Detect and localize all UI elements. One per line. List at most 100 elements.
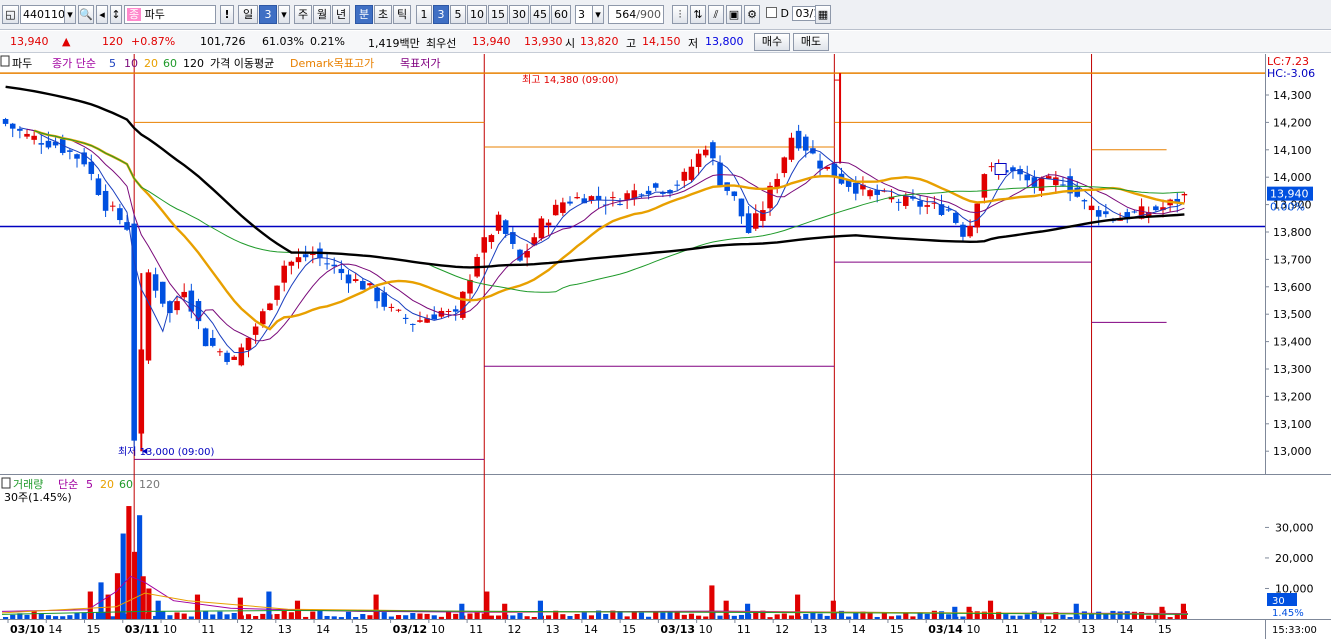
price-tick-label: 14,300 — [1273, 89, 1312, 102]
volume-bar — [946, 614, 952, 619]
data-count-value: 564 — [615, 8, 637, 21]
volume-bar — [24, 614, 30, 619]
candle-body — [245, 337, 252, 351]
time-label: 15:33:00 — [1272, 625, 1317, 636]
candle-body — [288, 261, 295, 266]
period-month-button[interactable]: 월 — [313, 5, 331, 24]
candle-body — [145, 272, 152, 361]
volume-spike-bar — [709, 585, 715, 619]
interval-1-button[interactable]: 1 — [416, 5, 432, 24]
speaker-icon[interactable]: ◂ — [96, 5, 108, 24]
x-tick-label: 12 — [240, 623, 254, 636]
interval-3-button[interactable]: 3 — [433, 5, 449, 24]
candle-body — [445, 311, 452, 313]
sell-button[interactable]: 매도 — [793, 33, 829, 51]
volume-bar — [767, 617, 773, 619]
stock-name-field[interactable]: 종 파두 — [124, 5, 216, 24]
count-input[interactable]: 3 — [575, 5, 593, 24]
interval-10-button[interactable]: 10 — [467, 5, 487, 24]
volume-bar — [667, 612, 673, 619]
period-minute-button[interactable]: 분 — [355, 5, 373, 24]
arrows-icon[interactable]: ⇅ — [690, 5, 706, 24]
candle-body — [31, 135, 37, 140]
save-icon[interactable]: ▣ — [726, 5, 742, 24]
volume-ratio: 61.03% — [262, 35, 304, 48]
candle-body — [338, 268, 345, 274]
stock-code-input[interactable]: 440110 — [20, 5, 65, 24]
candle-body — [867, 190, 873, 197]
alert-icon[interactable]: ! — [220, 5, 234, 24]
x-tick-label: 14 — [1119, 623, 1133, 636]
candle-body — [617, 203, 623, 206]
interval-30-button[interactable]: 30 — [509, 5, 529, 24]
volume-spike-bar — [723, 600, 729, 619]
period-day-button[interactable]: 일 — [238, 5, 258, 24]
calendar-icon[interactable]: ▦ — [815, 5, 831, 24]
candle-body — [652, 183, 659, 188]
period-tick-button[interactable]: 틱 — [393, 5, 411, 24]
count-dropdown-icon[interactable]: ▾ — [592, 5, 604, 24]
code-dropdown-icon[interactable]: ▾ — [64, 5, 76, 24]
candle-body — [295, 257, 302, 263]
candle-settings-icon[interactable]: ⫶ — [672, 5, 688, 24]
volume-spike-bar — [1073, 603, 1079, 619]
volume-bar — [331, 616, 337, 619]
window-icon[interactable]: ◱ — [2, 5, 19, 24]
volume-bar — [1010, 615, 1016, 619]
interval-60-button[interactable]: 60 — [551, 5, 571, 24]
volume-spike-bar — [987, 600, 994, 619]
period-week-button[interactable]: 주 — [294, 5, 312, 24]
volume-legend-name: 거래량 — [13, 478, 43, 491]
volume-bar — [810, 612, 816, 619]
date-checkbox[interactable] — [766, 7, 777, 18]
search-icon[interactable]: 🔍 — [78, 5, 94, 24]
candle-body — [1103, 211, 1109, 215]
buy-button[interactable]: 매수 — [754, 33, 790, 51]
data-count-field[interactable]: 564/900 — [608, 5, 664, 24]
candle-body — [24, 133, 30, 137]
volume-spike-bar — [132, 551, 138, 619]
x-tick-label: 03/11 — [125, 623, 160, 636]
period-num-button[interactable]: 3 — [259, 5, 277, 24]
price-tick-label: 13,100 — [1273, 418, 1312, 431]
volume-bar — [781, 613, 787, 619]
candle-body — [1053, 177, 1059, 186]
period-second-button[interactable]: 초 — [374, 5, 392, 24]
gear-icon[interactable]: ⚙ — [744, 5, 760, 24]
candle-body — [795, 130, 802, 149]
candle-body — [1095, 210, 1102, 217]
candle-body — [1038, 177, 1045, 191]
interval-45-button[interactable]: 45 — [530, 5, 550, 24]
volume-bar — [281, 610, 287, 619]
volume-bar — [1031, 611, 1037, 619]
volume-bar — [731, 615, 737, 619]
volume-bar — [581, 612, 587, 619]
volume-bar — [81, 612, 87, 619]
price-chart[interactable]: 14,30014,20014,10014,00013,90013,80013,7… — [0, 54, 1331, 639]
volume-bar — [853, 612, 859, 619]
period-dropdown-icon[interactable]: ▾ — [278, 5, 290, 24]
scroll-arrows-icon[interactable]: ↕ — [110, 5, 122, 24]
period-year-button[interactable]: 년 — [332, 5, 350, 24]
chart-type-icon[interactable]: ⫽ — [708, 5, 724, 24]
toolbar: ◱ 440110 ▾ 🔍 ◂ ↕ 종 파두 ! 일 3 ▾ 주 월 년 분 초 … — [0, 0, 1331, 30]
candle-body — [360, 281, 366, 290]
volume-bar — [445, 612, 452, 619]
interval-15-button[interactable]: 15 — [488, 5, 508, 24]
candle-body — [760, 210, 766, 221]
volume-bar — [717, 615, 723, 619]
volume-bar — [1146, 615, 1152, 619]
volume-bar — [510, 615, 516, 619]
price-tick-label: 13,600 — [1273, 281, 1312, 294]
candle-body — [1060, 184, 1066, 186]
volume-bar — [1131, 611, 1137, 619]
interval-5-button[interactable]: 5 — [450, 5, 466, 24]
volume-bar — [203, 610, 209, 619]
volume-bar — [338, 617, 344, 619]
min-annotation: 최저 13,000 (09:00) — [118, 446, 214, 458]
candle-body — [260, 311, 266, 325]
candle-body — [117, 208, 123, 221]
candle-body — [17, 128, 23, 131]
x-tick-label: 12 — [507, 623, 521, 636]
candle-body — [274, 285, 280, 300]
